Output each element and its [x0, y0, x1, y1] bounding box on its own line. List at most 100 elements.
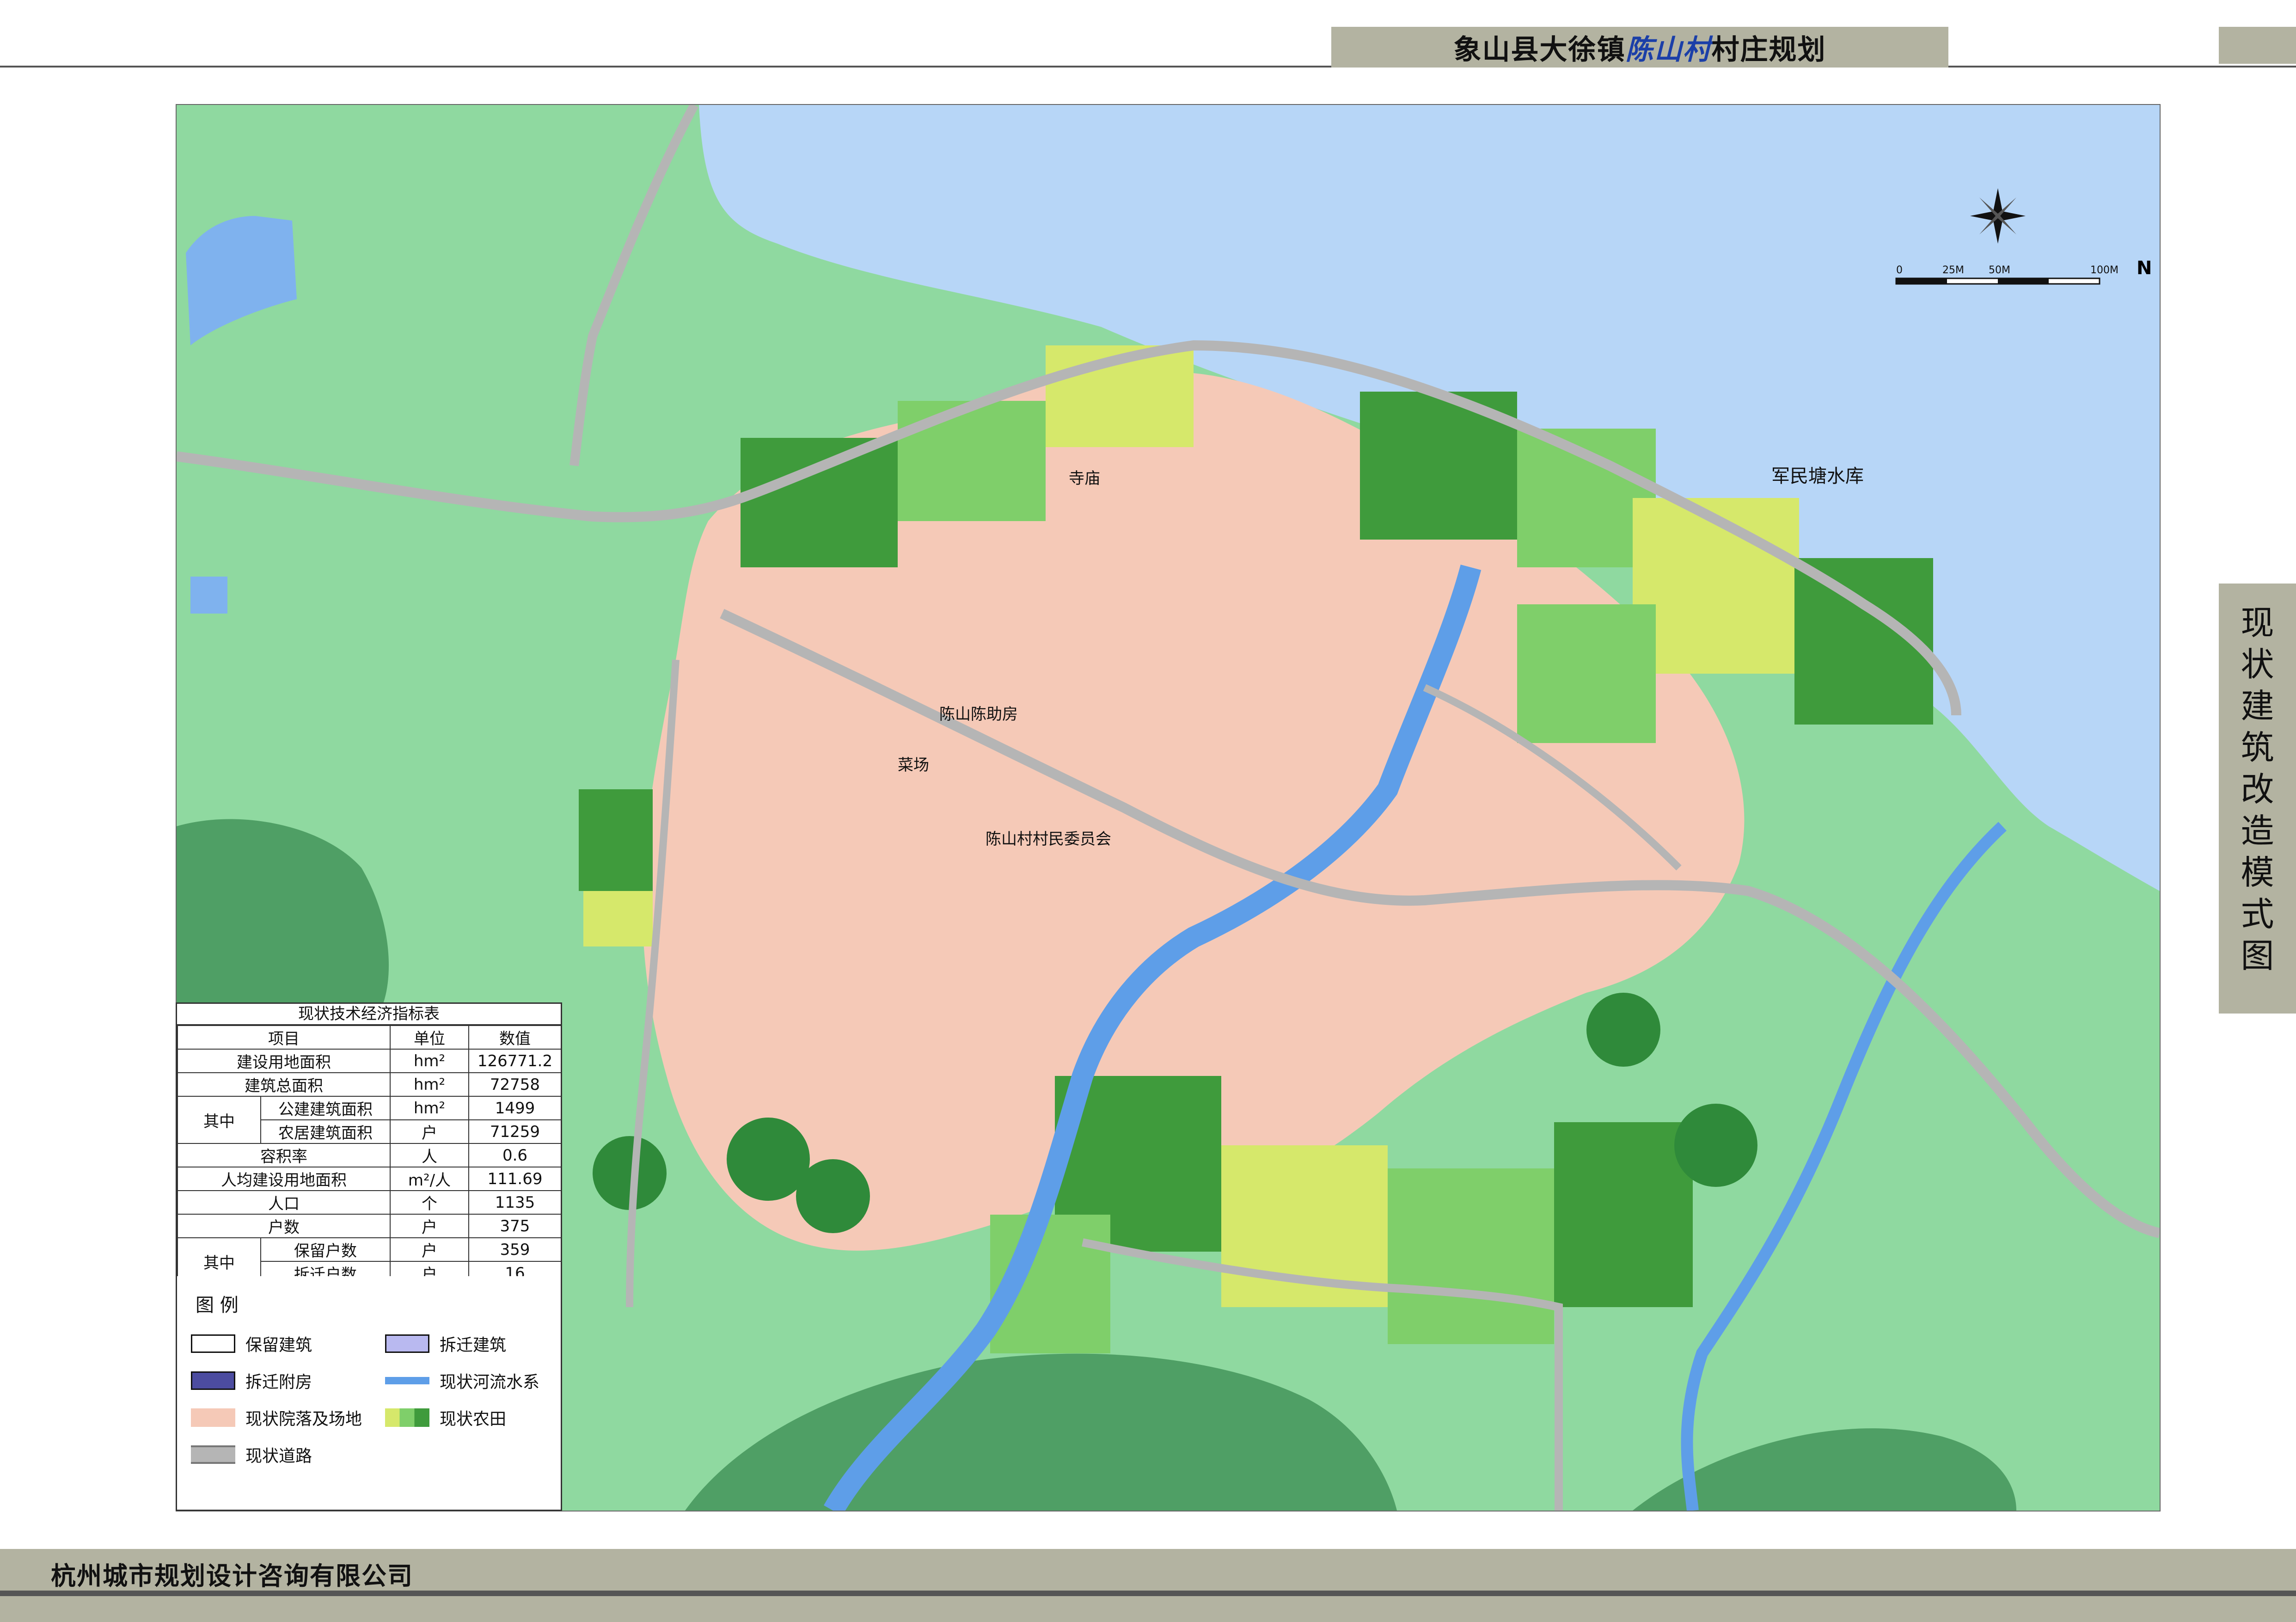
row-value: 375	[468, 1214, 562, 1238]
row-item: 农居建筑面积	[260, 1119, 391, 1144]
pond-2	[190, 577, 227, 614]
scale-label-100: 100M	[2090, 264, 2118, 276]
legend-item-courtyard: 现状院落及场地	[191, 1406, 362, 1430]
row-value: 111.69	[468, 1167, 562, 1191]
legend-item-farmland: 现状农田	[385, 1406, 506, 1430]
company-name: 杭州城市规划设计咨询有限公司	[51, 1561, 413, 1591]
place-label-chen-zhu-fang: 陈山陈助房	[939, 705, 1018, 724]
table-row: 容积率 人 0.6	[177, 1143, 562, 1167]
corner-block	[2219, 27, 2296, 64]
stats-head-row: 项目 单位 数值	[177, 1025, 562, 1050]
road	[569, 105, 698, 467]
tree-cluster	[1586, 993, 1660, 1067]
row-unit: hm²	[390, 1049, 469, 1073]
row-item: 人口	[177, 1190, 391, 1215]
farm-patch	[579, 789, 653, 891]
row-item: 公建建筑面积	[260, 1096, 391, 1120]
row-unit: 人	[390, 1143, 469, 1167]
row-unit: 个	[390, 1190, 469, 1215]
place-label-village-committee: 陈山村村民委员会	[986, 830, 1111, 848]
side-title-char: 状	[2241, 645, 2274, 684]
side-title: 现状建筑改造模式图	[2219, 602, 2296, 977]
side-title-char: 建	[2241, 687, 2274, 725]
row-value: 0.6	[468, 1143, 562, 1167]
farmland-swatch	[385, 1408, 429, 1427]
side-title-char: 造	[2241, 811, 2274, 850]
row-value: 1135	[468, 1190, 562, 1215]
row-value: 1499	[468, 1096, 562, 1120]
legend-item-demolish-annex: 拆迁附房	[191, 1369, 312, 1393]
legend-item-retained-building: 保留建筑	[191, 1332, 312, 1356]
legend-item-river: 现状河流水系	[385, 1369, 539, 1393]
row-item: 容积率	[177, 1143, 391, 1167]
row-value: 359	[468, 1237, 562, 1262]
scale-label-0: 0	[1896, 264, 1903, 276]
scale-label-25: 25M	[1942, 264, 1964, 276]
legend-label: 现状农田	[440, 1410, 507, 1429]
courtyard-swatch	[191, 1408, 235, 1427]
row-unit: hm²	[390, 1096, 469, 1120]
demolish-building-swatch	[385, 1334, 429, 1353]
row-unit: 户	[390, 1237, 469, 1262]
table-row: 人口 个 1135	[177, 1190, 562, 1215]
row-item: 保留户数	[260, 1237, 391, 1262]
row-value: 71259	[468, 1119, 562, 1144]
legend-label: 拆迁附房	[245, 1373, 312, 1392]
row-item: 人均建设用地面积	[177, 1167, 391, 1191]
title-part2: 村庄规划	[1711, 33, 1826, 66]
scale-label-50: 50M	[1989, 264, 2010, 276]
legend-panel: 图 例 保留建筑 拆迁建筑 拆迁附房 现状河流水系 现状院落及场地 现状农田 现…	[176, 1276, 562, 1511]
scale-bar	[1895, 277, 2100, 285]
table-row: 其中 公建建筑面积 hm² 1499	[177, 1096, 562, 1144]
north-label: N	[2137, 258, 2152, 279]
side-title-char: 筑	[2241, 728, 2274, 767]
river-swatch	[385, 1371, 429, 1390]
retained-building-swatch	[191, 1334, 235, 1353]
footer-strip	[0, 1596, 2296, 1622]
table-row: 建筑总面积 hm² 72758	[177, 1072, 562, 1097]
legend-label: 现状河流水系	[440, 1373, 540, 1392]
place-label-temple: 寺庙	[1069, 469, 1100, 488]
legend-title: 图 例	[196, 1295, 239, 1316]
hill-sw	[177, 819, 389, 1011]
farm-patch	[1388, 1168, 1554, 1344]
tree-cluster	[796, 1159, 870, 1233]
head-item: 项目	[177, 1025, 391, 1050]
side-title-tab: 现状建筑改造模式图	[2219, 584, 2296, 1014]
row-item: 建设用地面积	[177, 1049, 391, 1073]
head-unit: 单位	[390, 1025, 469, 1050]
legend-label: 拆迁建筑	[440, 1336, 507, 1355]
side-title-char: 模	[2241, 853, 2274, 892]
title-highlight: 陈山村	[1625, 33, 1712, 66]
farm-patch	[741, 438, 898, 567]
row-item: 户数	[177, 1214, 391, 1238]
farm-patch	[1517, 604, 1656, 743]
footer-rule	[0, 1591, 2296, 1596]
row-item: 建筑总面积	[177, 1072, 391, 1097]
demolish-annex-swatch	[191, 1371, 235, 1390]
legend-label: 保留建筑	[245, 1336, 312, 1355]
stats-caption: 现状技术经济指标表	[177, 1004, 561, 1025]
table-row: 其中 保留户数 户 359	[177, 1237, 562, 1285]
road-swatch	[191, 1445, 235, 1464]
tree-cluster	[1674, 1104, 1757, 1187]
farm-patch	[1554, 1122, 1693, 1307]
side-title-char: 现	[2241, 603, 2274, 642]
legend-item-road: 现状道路	[191, 1443, 312, 1467]
page-title: 象山县大徐镇 陈山村 村庄规划	[1331, 27, 1948, 68]
reservoir-label: 军民塘水库	[1771, 466, 1864, 487]
hill-s	[685, 1353, 1397, 1511]
row-group: 其中	[177, 1096, 261, 1144]
table-row: 建设用地面积 hm² 126771.2	[177, 1049, 562, 1073]
row-unit: hm²	[390, 1072, 469, 1097]
head-value: 数值	[468, 1025, 562, 1050]
side-title-char: 改	[2241, 770, 2274, 809]
row-value: 72758	[468, 1072, 562, 1097]
title-part1: 象山县大徐镇	[1453, 33, 1626, 66]
row-value: 126771.2	[468, 1049, 562, 1073]
legend-label: 现状院落及场地	[245, 1410, 362, 1429]
row-unit: m²/人	[390, 1167, 469, 1191]
header-rule	[0, 66, 2296, 68]
legend-label: 现状道路	[245, 1447, 312, 1466]
footer-bar: 杭州城市规划设计咨询有限公司	[0, 1549, 2296, 1591]
